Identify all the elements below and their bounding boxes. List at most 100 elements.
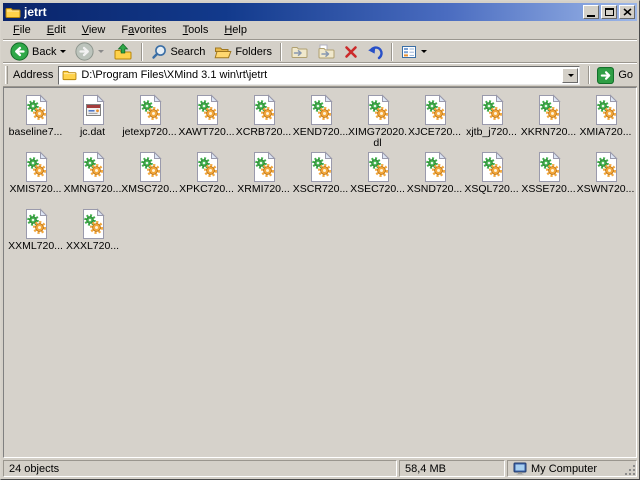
- dll-file-icon: [77, 151, 109, 183]
- dll-file-icon: [533, 151, 565, 183]
- back-label: Back: [32, 45, 57, 58]
- maximize-button[interactable]: [601, 5, 617, 19]
- address-folder-icon: [62, 69, 77, 81]
- file-label: XKRN720...: [520, 126, 577, 138]
- file-item[interactable]: XXXL720...: [64, 208, 121, 265]
- file-label: XJCE720...: [407, 126, 462, 138]
- close-icon: [623, 8, 632, 16]
- up-folder-icon: [113, 43, 133, 61]
- dll-file-icon: [248, 94, 280, 126]
- minimize-button[interactable]: [583, 5, 599, 19]
- forward-button[interactable]: [71, 41, 108, 62]
- dll-file-icon: [248, 151, 280, 183]
- title-bar[interactable]: jetrt: [3, 3, 637, 21]
- forward-icon: [75, 42, 94, 61]
- forward-dropdown-caret[interactable]: [98, 50, 105, 53]
- menu-file[interactable]: File: [5, 22, 39, 38]
- file-item[interactable]: XAWT720...: [178, 94, 235, 151]
- folders-label: Folders: [235, 45, 273, 58]
- file-label: XAWT720...: [178, 126, 235, 138]
- file-item[interactable]: XSQL720...: [463, 151, 520, 208]
- file-item[interactable]: XSCR720...: [292, 151, 349, 208]
- search-button[interactable]: Search: [147, 41, 209, 62]
- chevron-down-icon: [567, 73, 574, 77]
- my-computer-icon: [513, 462, 527, 475]
- dll-file-icon: [20, 94, 52, 126]
- file-label: XCRB720...: [235, 126, 292, 138]
- folders-icon: [214, 45, 232, 59]
- status-location: My Computer: [507, 460, 637, 477]
- status-size: 58,4 MB: [399, 460, 505, 477]
- address-bar: Address D:\Program Files\XMind 3.1 win\r…: [3, 63, 637, 87]
- dll-file-icon: [590, 94, 622, 126]
- delete-button[interactable]: [340, 41, 362, 62]
- file-item[interactable]: XMNG720...: [64, 151, 121, 208]
- address-bar-grip[interactable]: [5, 66, 8, 84]
- resize-grip[interactable]: [624, 464, 636, 476]
- file-item[interactable]: XMIS720...: [7, 151, 64, 208]
- menu-help[interactable]: Help: [216, 22, 255, 38]
- file-item[interactable]: XXML720...: [7, 208, 64, 265]
- file-item[interactable]: XCRB720...: [235, 94, 292, 151]
- file-item[interactable]: XRMI720...: [235, 151, 292, 208]
- file-item[interactable]: XMSC720...: [121, 151, 178, 208]
- file-item[interactable]: XSND720...: [406, 151, 463, 208]
- dll-file-icon: [362, 94, 394, 126]
- back-button[interactable]: Back: [6, 41, 70, 62]
- status-bar: 24 objects 58,4 MB My Computer: [3, 458, 637, 477]
- search-label: Search: [170, 45, 206, 58]
- menu-tools[interactable]: Tools: [175, 22, 217, 38]
- go-button[interactable]: [597, 67, 614, 84]
- views-dropdown-caret[interactable]: [421, 50, 428, 53]
- file-label: XMIS720...: [9, 183, 62, 195]
- dll-file-icon: [134, 94, 166, 126]
- back-dropdown-caret[interactable]: [60, 50, 67, 53]
- file-item[interactable]: XEND720...: [292, 94, 349, 151]
- go-label: Go: [618, 69, 633, 81]
- file-item[interactable]: jetexp720...: [121, 94, 178, 151]
- file-label: XSSE720...: [521, 183, 576, 195]
- file-label: XIMG72020. dl: [348, 126, 407, 149]
- address-dropdown-button[interactable]: [562, 67, 579, 83]
- file-label: XMNG720...: [63, 183, 122, 195]
- file-label: XPKC720...: [179, 183, 234, 195]
- toolbar-separator: [280, 42, 283, 61]
- close-button[interactable]: [619, 5, 635, 19]
- copy-to-button[interactable]: [313, 41, 339, 62]
- file-label: XXXL720...: [65, 240, 120, 252]
- toolbar-separator: [588, 66, 591, 84]
- dll-file-icon: [590, 151, 622, 183]
- file-item[interactable]: baseline7...: [7, 94, 64, 151]
- file-label: XSEC720...: [350, 183, 405, 195]
- file-grid: baseline7... jc.dat jetexp720... XAWT720...…: [4, 88, 636, 265]
- dll-file-icon: [533, 94, 565, 126]
- file-item[interactable]: XPKC720...: [178, 151, 235, 208]
- file-item[interactable]: XSEC720...: [349, 151, 406, 208]
- views-button[interactable]: [397, 41, 431, 62]
- move-to-button[interactable]: [286, 41, 312, 62]
- file-item[interactable]: XJCE720...: [406, 94, 463, 151]
- content-area[interactable]: baseline7... jc.dat jetexp720... XAWT720...…: [3, 87, 637, 458]
- file-item[interactable]: XSWN720...: [577, 151, 634, 208]
- up-button[interactable]: [109, 41, 137, 62]
- folders-button[interactable]: Folders: [210, 41, 276, 62]
- menu-view[interactable]: View: [74, 22, 114, 38]
- address-path: D:\Program Files\XMind 3.1 win\rt\jetrt: [81, 69, 268, 81]
- file-label: XXML720...: [8, 240, 63, 252]
- file-item[interactable]: XSSE720...: [520, 151, 577, 208]
- minimize-icon: [587, 14, 595, 17]
- file-item[interactable]: XKRN720...: [520, 94, 577, 151]
- menu-edit[interactable]: Edit: [39, 22, 74, 38]
- address-input[interactable]: D:\Program Files\XMind 3.1 win\rt\jetrt: [58, 65, 581, 85]
- address-label: Address: [13, 69, 54, 81]
- file-item[interactable]: XIMG72020. dl: [348, 94, 407, 151]
- menu-favorites[interactable]: Favorites: [113, 22, 174, 38]
- location-text: My Computer: [531, 462, 598, 475]
- dll-file-icon: [20, 151, 52, 183]
- status-object-count: 24 objects: [3, 460, 397, 477]
- undo-button[interactable]: [363, 41, 387, 62]
- file-item[interactable]: xjtb_j720...: [463, 94, 520, 151]
- toolbar-separator: [141, 42, 144, 61]
- file-item[interactable]: jc.dat: [64, 94, 121, 151]
- file-item[interactable]: XMIA720...: [577, 94, 634, 151]
